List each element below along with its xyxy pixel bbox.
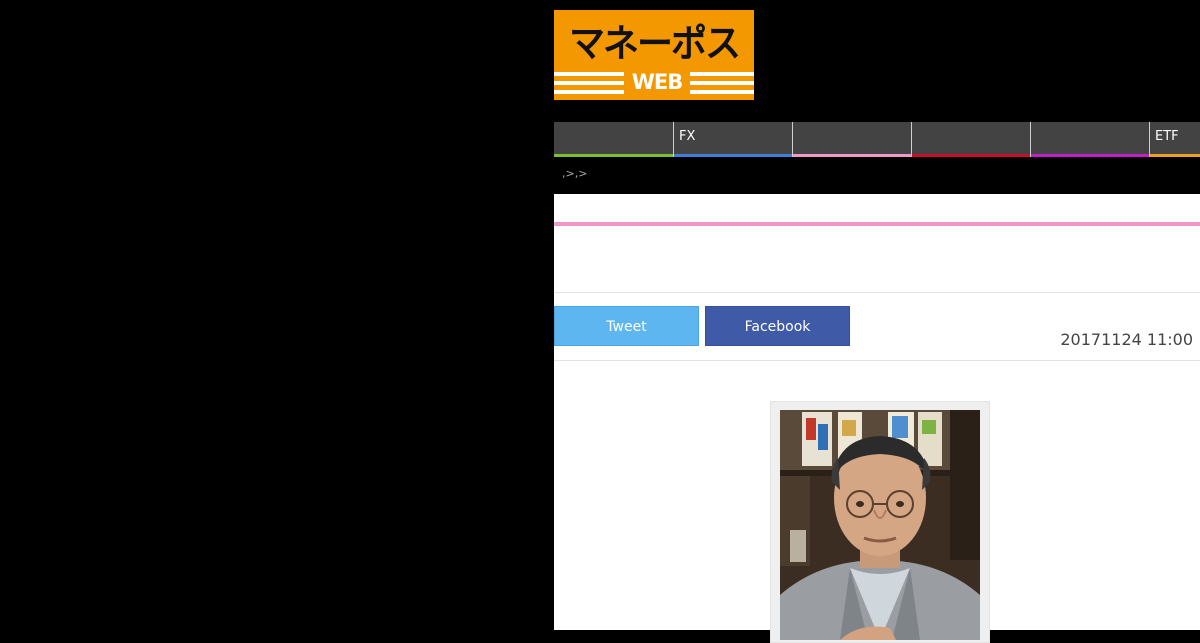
nav-item-etf[interactable]: ETF (1149, 122, 1200, 157)
nav-item-4[interactable] (911, 122, 1030, 157)
logo-web-text: WEB (624, 66, 690, 100)
article-date: 20171124 11:00 (1060, 330, 1193, 349)
divider (554, 360, 1200, 361)
nav-item-1[interactable] (554, 122, 673, 157)
nav-item-underline (674, 154, 792, 157)
portrait-photo (780, 410, 980, 640)
article-photo-frame (770, 401, 990, 643)
nav-item-label: FX (679, 129, 696, 144)
nav-item-5[interactable] (1030, 122, 1149, 157)
category-nav: FX ETF (554, 122, 1200, 157)
category-accent-rule (554, 222, 1200, 226)
divider (554, 292, 1200, 293)
breadcrumb[interactable]: ,>,> (562, 167, 587, 180)
nav-item-label: ETF (1155, 129, 1179, 144)
nav-item-underline (1031, 154, 1149, 157)
nav-item-underline (554, 154, 673, 157)
facebook-button[interactable]: Facebook (705, 306, 850, 346)
tweet-button[interactable]: Tweet (554, 306, 699, 346)
article-content: Tweet Facebook 20171124 11:00 (554, 194, 1200, 643)
nav-item-fx[interactable]: FX (673, 122, 792, 157)
nav-item-underline (793, 154, 911, 157)
site-logo[interactable]: マネーポスト WEB (554, 10, 754, 100)
nav-item-underline (1150, 154, 1200, 157)
nav-item-3[interactable] (792, 122, 911, 157)
nav-item-underline (912, 154, 1030, 157)
